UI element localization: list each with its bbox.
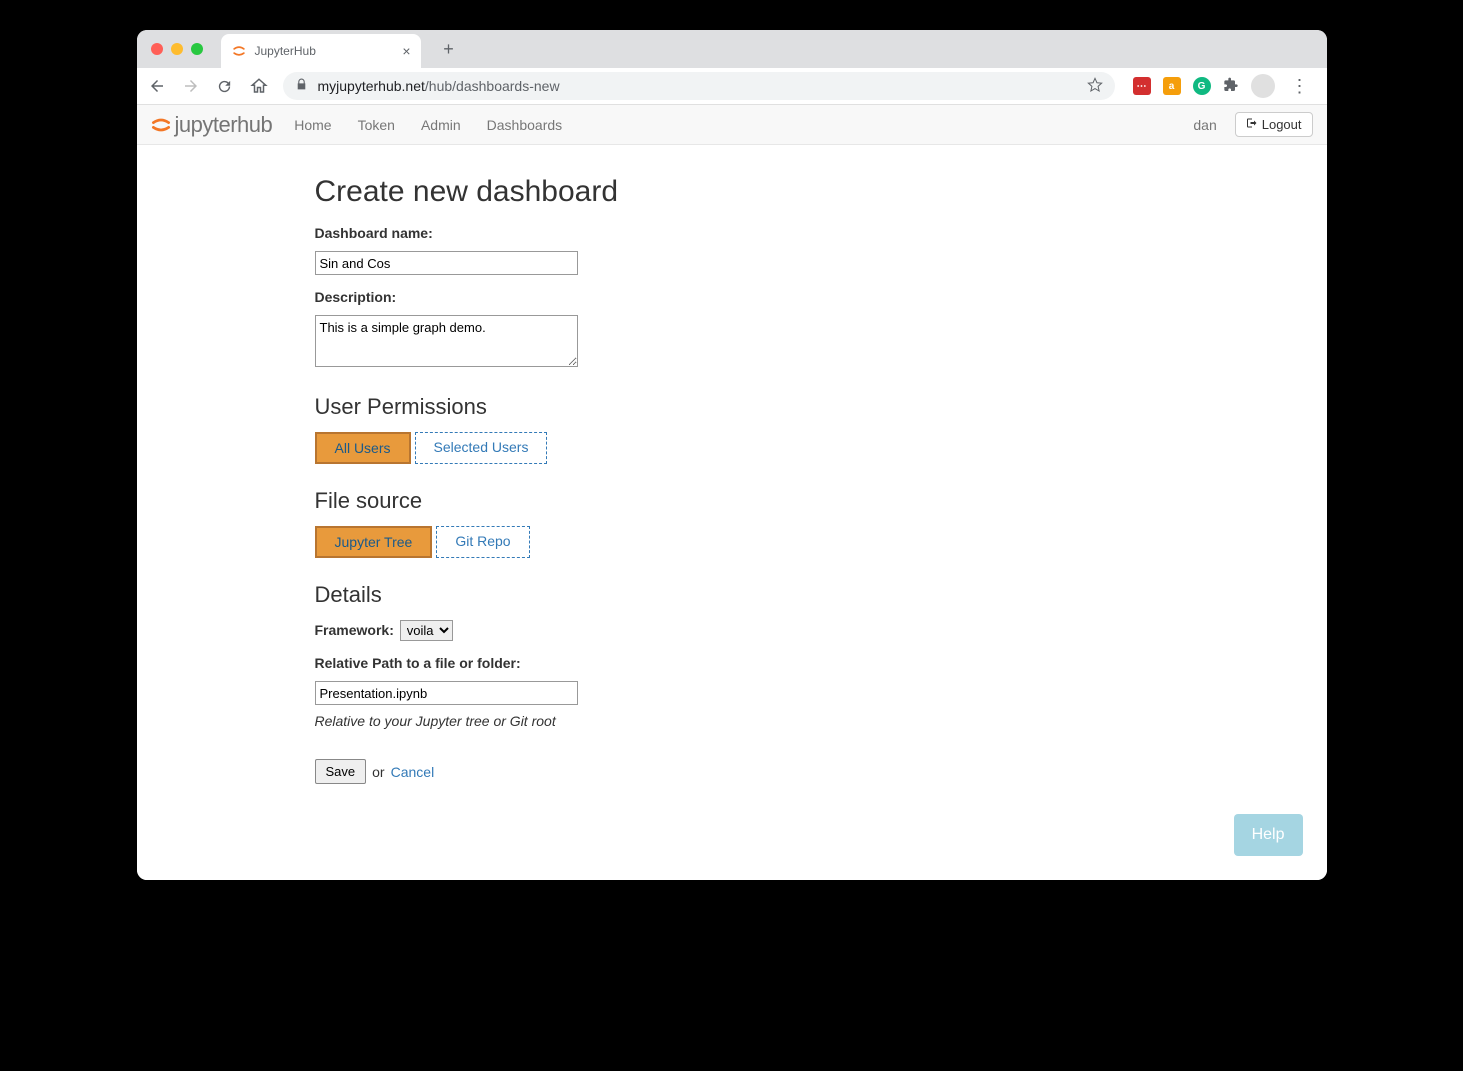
form-container: Create new dashboard Dashboard name: Des… xyxy=(137,145,837,784)
logout-icon xyxy=(1246,117,1258,132)
url-text: myjupyterhub.net/hub/dashboards-new xyxy=(318,78,560,94)
file-source-heading: File source xyxy=(315,488,837,514)
framework-label: Framework: xyxy=(315,622,394,638)
minimize-window-button[interactable] xyxy=(171,43,183,55)
traffic-lights xyxy=(151,43,203,55)
browser-tab[interactable]: JupyterHub × xyxy=(221,34,421,68)
dashboard-name-input[interactable] xyxy=(315,251,578,275)
details-heading: Details xyxy=(315,582,837,608)
back-button[interactable] xyxy=(147,76,167,96)
nav-links: Home Token Admin Dashboards xyxy=(294,117,562,133)
lock-icon xyxy=(295,78,308,94)
logout-button[interactable]: Logout xyxy=(1235,112,1313,137)
username: dan xyxy=(1193,117,1216,133)
window-titlebar: JupyterHub × + xyxy=(137,30,1327,68)
jupyterhub-navbar: jupyterhub Home Token Admin Dashboards d… xyxy=(137,105,1327,145)
tab-title: JupyterHub xyxy=(255,44,316,58)
dashboard-name-label: Dashboard name: xyxy=(315,225,837,241)
browser-window: JupyterHub × + myjupyterhub.net/hub/dash… xyxy=(137,30,1327,880)
nav-admin[interactable]: Admin xyxy=(421,117,461,133)
home-button[interactable] xyxy=(249,76,269,96)
help-button[interactable]: Help xyxy=(1234,814,1303,856)
description-input[interactable] xyxy=(315,315,578,367)
jupyter-logo-icon xyxy=(151,115,171,135)
logout-label: Logout xyxy=(1262,117,1302,132)
extension-icons: ⋯ a G ⋮ xyxy=(1129,74,1317,98)
profile-avatar[interactable] xyxy=(1251,74,1275,98)
description-label: Description: xyxy=(315,289,837,305)
or-text: or xyxy=(372,764,384,780)
save-button[interactable]: Save xyxy=(315,759,367,784)
extension-icon-1[interactable]: ⋯ xyxy=(1133,77,1151,95)
nav-home[interactable]: Home xyxy=(294,117,331,133)
permissions-all-users[interactable]: All Users xyxy=(315,432,411,464)
relative-path-input[interactable] xyxy=(315,681,578,705)
filesource-git-repo[interactable]: Git Repo xyxy=(436,526,529,558)
extensions-puzzle-icon[interactable] xyxy=(1223,77,1239,96)
reload-button[interactable] xyxy=(215,76,235,96)
filesource-jupyter-tree[interactable]: Jupyter Tree xyxy=(315,526,433,558)
extension-icon-3[interactable]: G xyxy=(1193,77,1211,95)
extension-icon-2[interactable]: a xyxy=(1163,77,1181,95)
page-title: Create new dashboard xyxy=(315,175,837,209)
filesource-radio-group: Jupyter Tree Git Repo xyxy=(315,526,837,558)
relative-path-label: Relative Path to a file or folder: xyxy=(315,655,837,671)
forward-button[interactable] xyxy=(181,76,201,96)
browser-menu-button[interactable]: ⋮ xyxy=(1287,76,1313,97)
page-content: jupyterhub Home Token Admin Dashboards d… xyxy=(137,105,1327,880)
nav-token[interactable]: Token xyxy=(358,117,395,133)
user-permissions-heading: User Permissions xyxy=(315,394,837,420)
framework-select[interactable]: voila xyxy=(400,620,453,641)
address-bar: myjupyterhub.net/hub/dashboards-new ⋯ a … xyxy=(137,68,1327,105)
relative-path-hint: Relative to your Jupyter tree or Git roo… xyxy=(315,713,837,729)
close-window-button[interactable] xyxy=(151,43,163,55)
permissions-radio-group: All Users Selected Users xyxy=(315,432,837,464)
nav-dashboards[interactable]: Dashboards xyxy=(487,117,563,133)
cancel-link[interactable]: Cancel xyxy=(391,764,435,780)
maximize-window-button[interactable] xyxy=(191,43,203,55)
permissions-selected-users[interactable]: Selected Users xyxy=(415,432,548,464)
close-tab-button[interactable]: × xyxy=(402,43,410,59)
logo-text: jupyterhub xyxy=(175,112,273,138)
jupyterhub-logo[interactable]: jupyterhub xyxy=(151,112,273,138)
bookmark-star-icon[interactable] xyxy=(1087,77,1103,96)
url-input[interactable]: myjupyterhub.net/hub/dashboards-new xyxy=(283,72,1115,100)
new-tab-button[interactable]: + xyxy=(435,35,463,63)
jupyter-favicon xyxy=(231,43,247,59)
